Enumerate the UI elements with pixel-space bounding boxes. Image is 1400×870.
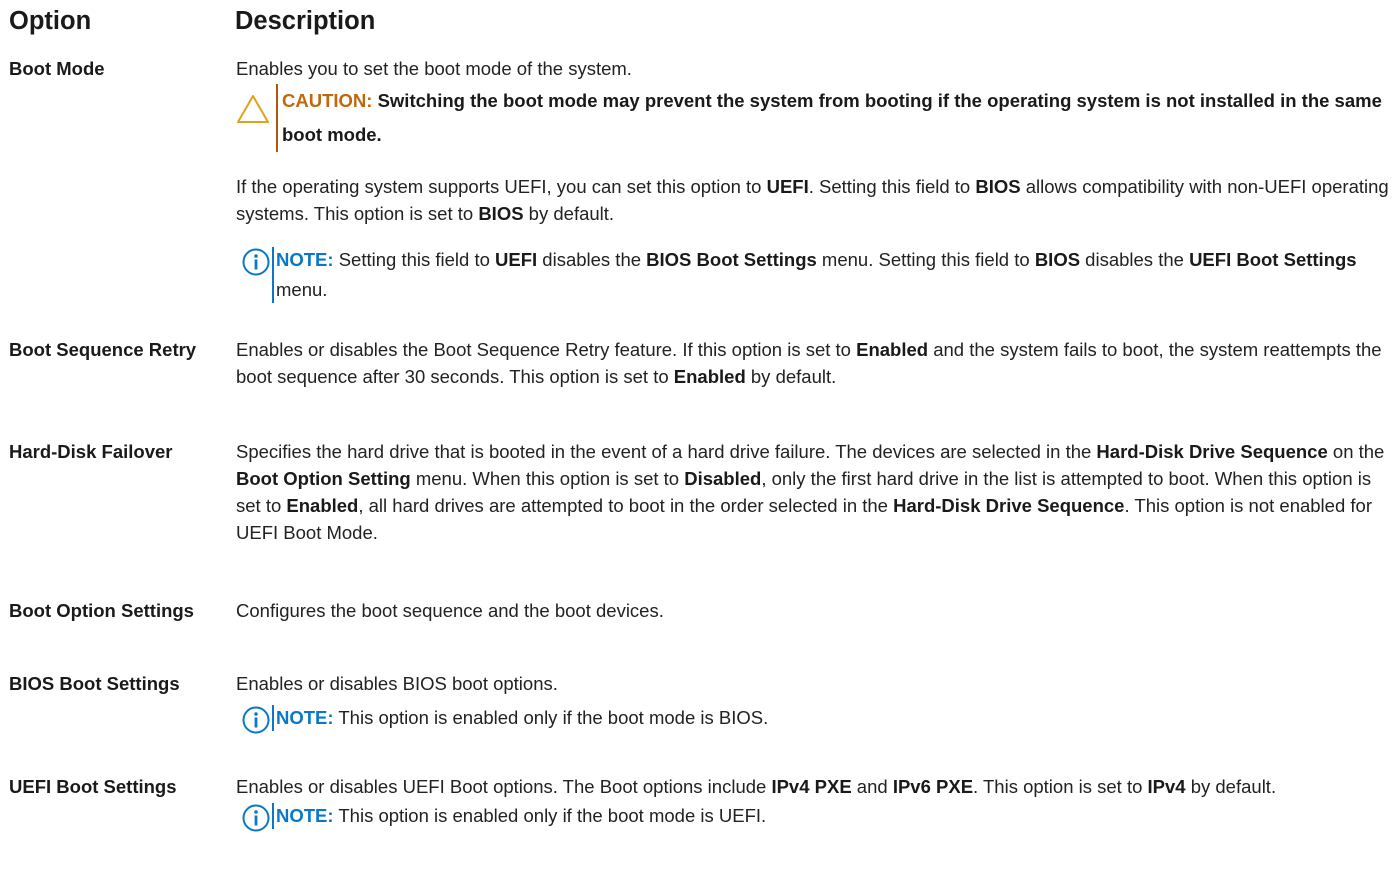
table-header: Option Description bbox=[9, 4, 375, 38]
bios-note-callout: NOTE: This option is enabled only if the… bbox=[236, 703, 1394, 734]
caution-callout: CAUTION: Switching the boot mode may pre… bbox=[236, 84, 1394, 152]
description-uefi-boot-settings: Enables or disables UEFI Boot options. T… bbox=[236, 773, 1394, 832]
description-boot-sequence-retry: Enables or disables the Boot Sequence Re… bbox=[236, 339, 1382, 387]
option-uefi-boot-settings: UEFI Boot Settings bbox=[9, 776, 177, 797]
description-boot-mode: Enables you to set the boot mode of the … bbox=[236, 55, 1394, 305]
description-hard-disk-failover: Specifies the hard drive that is booted … bbox=[236, 441, 1385, 543]
caution-triangle-icon bbox=[237, 95, 269, 123]
option-column-header: Option bbox=[9, 7, 92, 35]
option-bios-boot-settings: BIOS Boot Settings bbox=[9, 673, 180, 694]
caution-text: Switching the boot mode may prevent the … bbox=[282, 90, 1382, 145]
caution-bar bbox=[276, 84, 278, 152]
note-bar bbox=[272, 247, 274, 303]
boot-mode-summary: Enables you to set the boot mode of the … bbox=[236, 58, 632, 79]
info-circle-icon bbox=[242, 804, 270, 832]
boot-mode-note-callout: NOTE: Setting this field to UEFI disable… bbox=[236, 245, 1394, 305]
note-label: NOTE: bbox=[276, 249, 334, 270]
description-column-header: Description bbox=[235, 7, 376, 35]
description-boot-option-settings: Configures the boot sequence and the boo… bbox=[236, 600, 664, 621]
caution-label: CAUTION: bbox=[282, 90, 373, 111]
info-circle-icon bbox=[242, 706, 270, 734]
option-boot-sequence-retry: Boot Sequence Retry bbox=[9, 339, 197, 360]
option-boot-option-settings: Boot Option Settings bbox=[9, 600, 194, 621]
description-bios-boot-settings: Enables or disables BIOS boot options. N… bbox=[236, 670, 1394, 734]
option-hard-disk-failover: Hard-Disk Failover bbox=[9, 441, 173, 462]
boot-mode-details: If the operating system supports UEFI, y… bbox=[236, 176, 1389, 224]
info-circle-icon bbox=[242, 248, 270, 276]
option-boot-mode: Boot Mode bbox=[9, 58, 105, 79]
uefi-note-callout: NOTE: This option is enabled only if the… bbox=[236, 801, 1394, 832]
